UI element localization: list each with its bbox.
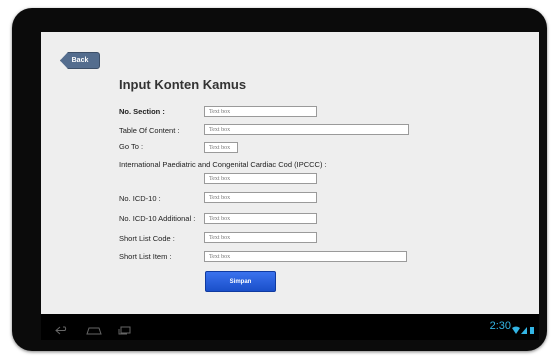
go-to-input[interactable] [204, 142, 238, 153]
short-list-code-input[interactable] [204, 232, 317, 243]
short-list-code-label: Short List Code : [119, 234, 175, 243]
go-to-label: Go To : [119, 142, 144, 151]
table-of-content-label: Table Of Content : [119, 126, 180, 135]
back-icon[interactable] [55, 322, 69, 340]
table-of-content-input[interactable] [204, 124, 409, 135]
ipccc-label: International Paediatric and Congenital … [119, 160, 327, 169]
no-section-label: No. Section : [119, 107, 165, 116]
tablet-screen: Back Input Konten Kamus No. Section : Ta… [41, 32, 539, 340]
app-content: Back Input Konten Kamus No. Section : Ta… [41, 32, 539, 314]
signal-icon [521, 327, 527, 334]
ipccc-input[interactable] [204, 173, 317, 184]
short-list-item-label: Short List Item : [119, 252, 172, 261]
battery-icon [530, 327, 534, 334]
recent-apps-icon[interactable] [118, 322, 132, 340]
no-icd10-additional-label: No. ICD-10 Additional : [119, 214, 196, 223]
clock: 2:30 [489, 320, 511, 332]
system-navigation-bar: 2:30 [41, 314, 539, 340]
status-icons [511, 322, 535, 340]
simpan-button[interactable]: Simpan [205, 271, 276, 292]
page-title: Input Konten Kamus [119, 77, 247, 92]
home-icon[interactable] [86, 322, 102, 340]
no-section-input[interactable] [204, 106, 317, 117]
tablet-frame: Back Input Konten Kamus No. Section : Ta… [12, 8, 547, 351]
no-icd10-additional-input[interactable] [204, 213, 317, 224]
wifi-icon [512, 326, 520, 334]
short-list-item-input[interactable] [204, 251, 407, 262]
no-icd10-label: No. ICD-10 : [119, 194, 161, 203]
back-button[interactable]: Back [60, 52, 100, 69]
no-icd10-input[interactable] [204, 192, 317, 203]
